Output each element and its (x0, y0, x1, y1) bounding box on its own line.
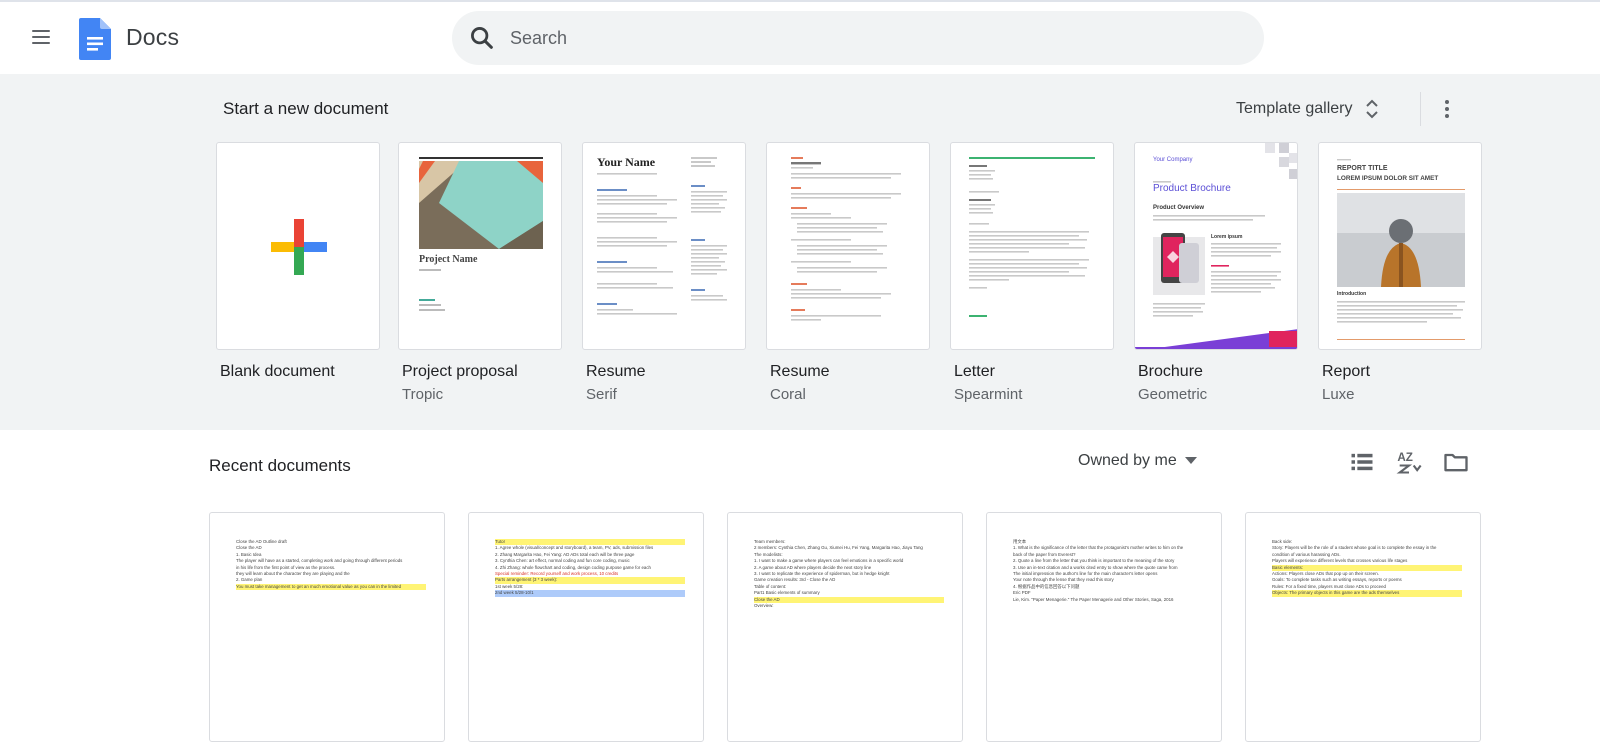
template-name: Project proposal (402, 363, 518, 380)
thumb-project-name: Project Name (419, 254, 478, 265)
thumb-overview: Product Overview (1153, 205, 1205, 211)
template-thumbnail (766, 142, 930, 350)
sort-az-icon[interactable]: AZ (1395, 448, 1423, 476)
search-input[interactable]: Search (452, 11, 1264, 65)
owner-filter-dropdown[interactable]: Owned by me (1078, 452, 1197, 470)
template-name: Brochure (1138, 363, 1203, 380)
template-thumbnail: Your Company Product Brochure Product Ov… (1134, 142, 1298, 350)
doc-line: You must take management to get an much … (236, 583, 426, 591)
menu-icon-bar (32, 42, 50, 44)
plus-icon (271, 219, 327, 275)
thumb-report-title: REPORT TITLE (1337, 165, 1388, 172)
document-card[interactable]: Team members: 2 members: Cynthia Chen, Z… (727, 512, 963, 742)
template-thumbnail (950, 142, 1114, 350)
more-options-button[interactable] (1432, 94, 1462, 124)
doc-line: 1. What is the significance of the lette… (1013, 545, 1184, 551)
template-name: Blank document (220, 363, 335, 380)
more-vert-dot (1445, 107, 1449, 111)
template-gallery-button[interactable]: Template gallery (1236, 92, 1379, 126)
project-proposal-preview (419, 157, 543, 249)
docs-logo-icon[interactable] (79, 18, 111, 60)
thumb-line (419, 309, 445, 311)
unfold-icon (1365, 99, 1378, 119)
resume-serif-preview (597, 157, 727, 315)
template-thumbnail: Project Name (398, 142, 562, 350)
app-name[interactable]: Docs (126, 24, 179, 51)
doc-line: Overview: (754, 603, 774, 609)
template-name: Letter (954, 363, 995, 380)
thumb-line (419, 269, 441, 271)
template-thumbnail: REPORT TITLE LOREM IPSUM DOLOR SIT AMET … (1318, 142, 1482, 350)
search-icon[interactable] (468, 24, 496, 52)
main-menu-button[interactable] (24, 20, 58, 54)
template-section-title: Start a new document (223, 99, 389, 118)
template-blank[interactable]: Blank document (216, 142, 380, 381)
template-name: Resume (770, 363, 830, 380)
thumb-brochure-title: Product Brochure (1153, 183, 1231, 194)
doc-line: 2nd week 5/28-10/1 (495, 590, 685, 597)
thumb-company: Your Company (1153, 157, 1193, 163)
thumb-line (419, 304, 441, 306)
menu-icon (32, 30, 50, 32)
doc-line: The player will have as a started, compl… (236, 558, 403, 564)
template-subtitle: Serif (586, 386, 617, 403)
more-vert-dot (1445, 114, 1449, 118)
document-card[interactable]: Back side: Story: Players will be the ro… (1245, 512, 1481, 742)
brochure-preview (1135, 143, 1297, 349)
template-subtitle: Luxe (1322, 386, 1355, 403)
doc-line: Objects: The primary objects in this gam… (1272, 590, 1462, 597)
document-preview: Tutor 1. Agree whole (visual/concept and… (469, 513, 703, 597)
thumb-line (419, 299, 435, 301)
app-header: Docs Search (0, 2, 1600, 74)
doc-line: 2 members: Cynthia Chen, Zhang Gu, Xiume… (754, 545, 923, 551)
recent-documents-title: Recent documents (209, 456, 351, 475)
document-preview: 用文本 1. What is the significance of the l… (987, 513, 1221, 603)
svg-text:AZ: AZ (1397, 451, 1413, 464)
template-thumbnail (216, 142, 380, 350)
doc-line: Lie, Kim. "Paper Menagerie." The Paper M… (1013, 596, 1174, 602)
document-card[interactable]: Tutor 1. Agree whole (visual/concept and… (468, 512, 704, 742)
thumb-report-sub: LOREM IPSUM DOLOR SIT AMET (1337, 175, 1439, 182)
document-preview: Team members: 2 members: Cynthia Chen, Z… (728, 513, 962, 609)
divider (1420, 92, 1421, 126)
template-subtitle: Geometric (1138, 386, 1208, 403)
template-report-luxe[interactable]: REPORT TITLE LOREM IPSUM DOLOR SIT AMET … (1318, 142, 1482, 403)
document-preview: Back side: Story: Players will be the ro… (1246, 513, 1480, 597)
document-preview: Close the AD Outline draft Close the AD … (210, 513, 444, 591)
template-subtitle: Spearmint (954, 386, 1023, 403)
folder-icon[interactable] (1442, 448, 1470, 476)
template-name: Report (1322, 363, 1371, 380)
menu-icon-bar (32, 36, 50, 38)
letter-preview (969, 157, 1095, 317)
template-subtitle: Tropic (402, 386, 444, 403)
doc-line: Story: Players will be the role of a stu… (1272, 545, 1437, 551)
resume-coral-preview (791, 157, 901, 321)
template-brochure-geometric[interactable]: Your Company Product Brochure Product Ov… (1134, 142, 1298, 403)
template-resume-coral[interactable]: Resume Coral (766, 142, 930, 403)
template-letter-spearmint[interactable]: Letter Spearmint (950, 142, 1114, 403)
dropdown-arrow-icon (1184, 457, 1197, 464)
owner-filter-label: Owned by me (1078, 452, 1177, 469)
document-card[interactable]: Close the AD Outline draft Close the AD … (209, 512, 445, 742)
template-project-proposal[interactable]: Project Name Project proposal Tropic (398, 142, 562, 403)
more-vert-icon (1445, 100, 1449, 104)
thumb-lorem: Lorem ipsum (1211, 234, 1243, 240)
template-gallery-label: Template gallery (1236, 100, 1353, 117)
template-resume-serif[interactable]: Your Name Resume Serif (582, 142, 746, 403)
search-placeholder: Search (510, 27, 568, 48)
thumb-introduction: Introduction (1337, 291, 1367, 297)
template-subtitle: Coral (770, 386, 806, 403)
template-thumbnail: Your Name (582, 142, 746, 350)
list-view-icon[interactable] (1348, 448, 1376, 476)
document-card[interactable]: 用文本 1. What is the significance of the l… (986, 512, 1222, 742)
template-name: Resume (586, 363, 646, 380)
